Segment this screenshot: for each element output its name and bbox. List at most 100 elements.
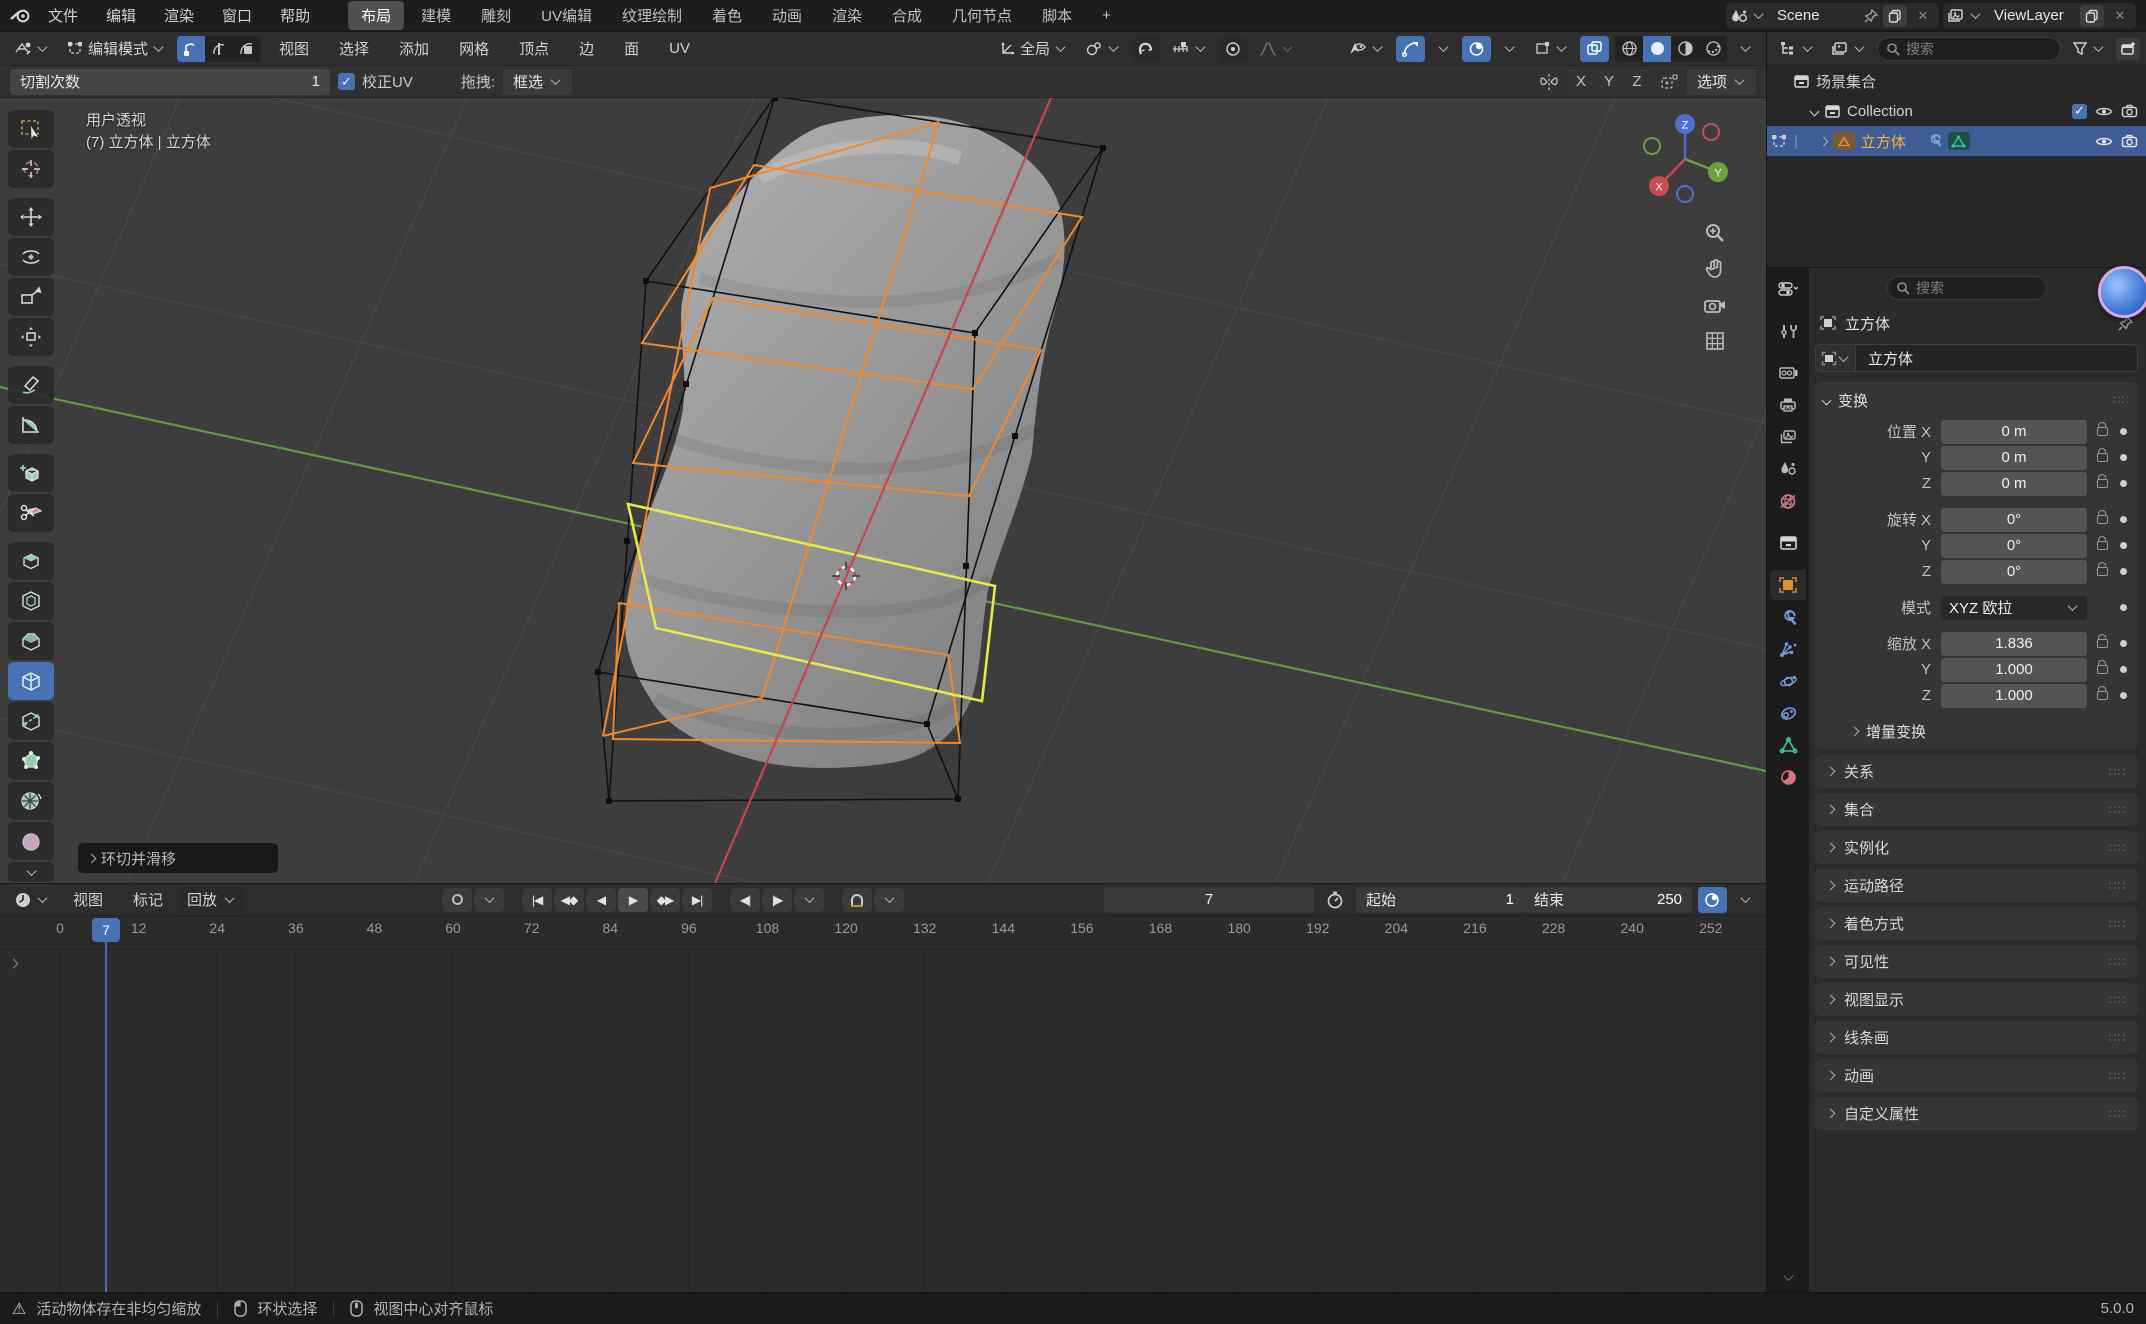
animate-dot[interactable] <box>2120 692 2127 699</box>
pivot-point-dropdown[interactable] <box>1079 36 1126 62</box>
new-collection-button[interactable] <box>2116 38 2140 60</box>
animate-dot[interactable] <box>2120 454 2127 461</box>
panel-grip[interactable]: ∷∷ <box>2109 841 2126 855</box>
play-button[interactable]: ▶ <box>618 888 648 912</box>
menu-edit[interactable]: 编辑 <box>94 2 148 29</box>
delta-transform-subpanel[interactable]: 增量变换 <box>1823 719 2130 743</box>
animate-dot[interactable] <box>2120 568 2127 575</box>
lock-icon[interactable] <box>2097 515 2108 524</box>
scale-z-field[interactable]: 1.000 <box>1941 684 2087 708</box>
section-visibility[interactable]: 可见性∷∷ <box>1815 945 2138 978</box>
animate-dot[interactable] <box>2120 640 2127 647</box>
section-line-art[interactable]: 线条画∷∷ <box>1815 1021 2138 1054</box>
menu-window[interactable]: 窗口 <box>210 2 264 29</box>
vertex-select-button[interactable] <box>177 36 205 62</box>
timeline-filter-dropdown[interactable] <box>1733 887 1758 913</box>
rotate-tool[interactable] <box>8 238 54 276</box>
timeline-body[interactable] <box>0 950 1766 1292</box>
panel-grip[interactable]: ∷∷ <box>2109 993 2126 1007</box>
camera-icon[interactable] <box>2121 134 2138 148</box>
scale-tool[interactable] <box>8 278 54 316</box>
object-id-dropdown[interactable] <box>1815 344 1856 372</box>
camera-view-button[interactable] <box>1700 290 1730 320</box>
animate-dot[interactable] <box>2120 480 2127 487</box>
snap-toggle[interactable] <box>1132 36 1160 62</box>
viewlayer-remove-button[interactable]: ✕ <box>2108 5 2132 27</box>
collapse-arrow-icon[interactable] <box>1810 106 1820 116</box>
section-relations[interactable]: 关系∷∷ <box>1815 755 2138 788</box>
annotate-tool[interactable] <box>8 366 54 404</box>
menu-help[interactable]: 帮助 <box>268 2 322 29</box>
timeline-filter-toggle[interactable] <box>1698 887 1727 913</box>
panel-grip[interactable]: ∷∷ <box>2109 955 2126 969</box>
frame-start-field[interactable]: 起始1 <box>1356 887 1524 913</box>
inset-faces-tool[interactable] <box>8 582 54 620</box>
lock-icon[interactable] <box>2097 453 2108 462</box>
tool-options-dropdown[interactable]: 选项 <box>1687 69 1756 95</box>
panel-grip[interactable]: ∷∷ <box>2109 917 2126 931</box>
gizmo-y-neg-axis[interactable] <box>1644 138 1660 154</box>
panel-grip[interactable]: ∷∷ <box>2109 1107 2126 1121</box>
snap-base-icon[interactable] <box>1659 73 1679 91</box>
smooth-tool[interactable] <box>8 822 54 860</box>
camera-icon[interactable] <box>2121 104 2138 118</box>
location-y-field[interactable]: 0 m <box>1941 446 2087 470</box>
addon-badge[interactable] <box>2098 266 2146 318</box>
prev-keyframe-button[interactable]: ◀◆ <box>554 888 584 912</box>
mirror-x-button[interactable]: X <box>1567 69 1595 95</box>
tab-constraints[interactable] <box>1770 698 1806 728</box>
eye-icon[interactable] <box>2095 135 2113 148</box>
next-keyframe-button[interactable]: ◆▶ <box>650 888 680 912</box>
spin-tool[interactable] <box>8 782 54 820</box>
scene-unlink-button[interactable]: ✕ <box>1911 5 1935 27</box>
workspace-tab-animation[interactable]: 动画 <box>759 1 815 30</box>
material-preview-button[interactable] <box>1671 36 1699 62</box>
workspace-tab-sculpting[interactable]: 雕刻 <box>468 1 524 30</box>
operator-panel[interactable]: 环切并滑移 <box>78 843 278 873</box>
animate-dot[interactable] <box>2120 516 2127 523</box>
workspace-tab-scripting[interactable]: 脚本 <box>1029 1 1085 30</box>
viewport-3d[interactable]: 用户透视 (7) 立方体 | 立方体 <box>0 98 1766 883</box>
tab-particles[interactable] <box>1770 634 1806 664</box>
rip-region-tool[interactable] <box>8 494 54 532</box>
scene-collection-row[interactable]: 场景集合 <box>1767 66 2146 96</box>
animate-dot[interactable] <box>2120 604 2127 611</box>
timeline-collapse-arrow[interactable] <box>9 959 19 969</box>
face-select-button[interactable] <box>233 36 261 62</box>
shading-dropdown[interactable] <box>1733 36 1758 62</box>
section-viewport-display[interactable]: 视图显示∷∷ <box>1815 983 2138 1016</box>
panel-grip[interactable]: ∷∷ <box>2109 1031 2126 1045</box>
mode-selector[interactable]: 编辑模式 <box>61 36 171 62</box>
panel-grip[interactable]: ∷∷ <box>2109 879 2126 893</box>
tab-output[interactable] <box>1770 390 1806 420</box>
gizmo-z-neg-axis[interactable] <box>1677 186 1693 202</box>
workspace-tab-shading[interactable]: 着色 <box>699 1 755 30</box>
panel-grip[interactable]: ∷∷ <box>2109 765 2126 779</box>
edge-select-button[interactable] <box>205 36 233 62</box>
viewlayer-icon[interactable] <box>1947 8 1965 24</box>
workspace-add-button[interactable]: + <box>1089 3 1124 28</box>
frame-step-dropdown[interactable] <box>794 888 824 912</box>
wireframe-shading-button[interactable] <box>1615 36 1643 62</box>
proportional-falloff-dropdown[interactable] <box>1253 36 1300 62</box>
section-animation[interactable]: 动画∷∷ <box>1815 1059 2138 1092</box>
pan-view-button[interactable] <box>1700 254 1730 284</box>
workspace-tab-texture-paint[interactable]: 纹理绘制 <box>609 1 695 30</box>
section-custom-properties[interactable]: 自定义属性∷∷ <box>1815 1097 2138 1130</box>
blender-logo[interactable] <box>10 7 32 25</box>
chevron-down-icon[interactable] <box>1754 9 1764 19</box>
section-shading[interactable]: 着色方式∷∷ <box>1815 907 2138 940</box>
playhead-line[interactable] <box>105 950 107 1292</box>
tab-object-data[interactable] <box>1770 730 1806 760</box>
tab-physics[interactable] <box>1770 666 1806 696</box>
outliner-editor-type-button[interactable] <box>1773 36 1820 62</box>
animate-dot[interactable] <box>2120 428 2127 435</box>
mirror-y-button[interactable]: Y <box>1595 69 1623 95</box>
properties-editor-type-button[interactable] <box>1770 274 1806 304</box>
mesh-edit-overlay-dropdown[interactable] <box>1528 36 1574 62</box>
orthographic-toggle-button[interactable] <box>1700 326 1730 356</box>
outliner-filter-button[interactable] <box>2066 36 2111 62</box>
jump-to-end-button[interactable]: ▶| <box>682 888 712 912</box>
transform-tool[interactable] <box>8 318 54 356</box>
lock-icon[interactable] <box>2097 479 2108 488</box>
